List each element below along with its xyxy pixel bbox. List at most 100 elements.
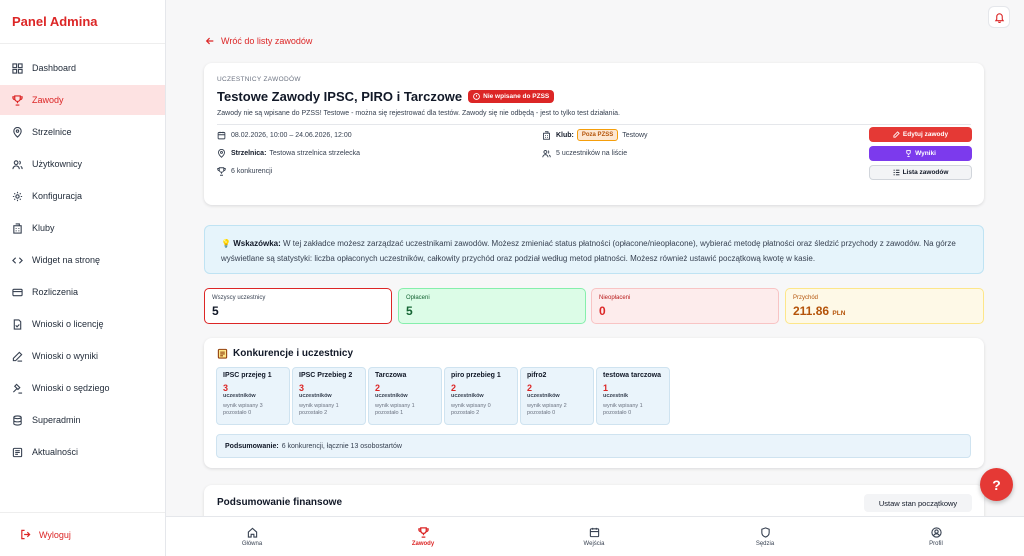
help-button[interactable]: ? (980, 468, 1013, 501)
competition-dates: 08.02.2026, 10:00 – 24.06.2026, 12:00 (217, 131, 352, 140)
competition-range: Strzelnica: Testowa strzelnica strzeleck… (217, 149, 360, 158)
bottom-nav-label: Zawody (411, 541, 435, 547)
bottom-nav-label: Profil (929, 541, 943, 547)
sidebar-item-label: Wnioski o licencję (32, 319, 104, 329)
participant-unit: uczestnik (603, 393, 629, 399)
competition-list-button[interactable]: Lista zawodów (869, 165, 972, 180)
competition-description: Zawody nie są wpisane do PZSS! Testowe -… (217, 110, 971, 125)
list-icon (893, 169, 900, 176)
results-entered: wynik wpisany 1 (375, 403, 415, 409)
trophy-icon (217, 167, 226, 176)
results-label: Wyniki (915, 150, 936, 157)
sidebar-item-rozliczenia[interactable]: Rozliczenia (0, 277, 165, 307)
sidebar-item-uzytkownicy[interactable]: Użytkownicy (0, 149, 165, 179)
notifications-button[interactable] (988, 6, 1010, 28)
dates-value: 08.02.2026, 10:00 – 24.06.2026, 12:00 (231, 132, 352, 139)
calendar-icon (217, 131, 226, 140)
participant-count: 1 (603, 383, 609, 393)
participant-unit: uczestników (451, 393, 484, 399)
stat-value: 211.86 (793, 304, 830, 318)
results-entered: wynik wpisany 2 (527, 403, 567, 409)
sidebar-item-widget[interactable]: Widget na stronę (0, 245, 165, 275)
sidebar-item-label: Konfiguracja (32, 191, 83, 201)
sidebar-item-zawody[interactable]: Zawody (0, 85, 165, 115)
bottom-nav-sedzia[interactable]: Sędzia (735, 526, 795, 547)
results-button[interactable]: Wyniki (869, 146, 972, 161)
bottom-nav-home[interactable]: Główna (222, 526, 282, 547)
credit-card-icon (12, 287, 23, 298)
sidebar-item-aktualnosci[interactable]: Aktualności (0, 437, 165, 467)
competition-name: IPSC przejeg 1 (223, 372, 272, 379)
participant-unit: uczestników (299, 393, 332, 399)
participant-unit: uczestników (375, 393, 408, 399)
competition-tile[interactable]: testowa tarczowa 1 uczestnik wynik wpisa… (596, 367, 670, 425)
sidebar-item-kluby[interactable]: Kluby (0, 213, 165, 243)
sidebar-item-label: Superadmin (32, 415, 81, 425)
pzss-status-label: Nie wpisane do PZSS (483, 93, 550, 100)
competition-name: piro przebieg 1 (451, 372, 501, 379)
competition-tile[interactable]: pifro2 2 uczestników wynik wpisany 2 pozo… (520, 367, 594, 425)
logout-label: Wyloguj (39, 529, 71, 540)
set-initial-balance-button[interactable]: Ustaw stan początkowy (864, 494, 972, 512)
participant-count: 2 (451, 383, 457, 393)
competition-name: pifro2 (527, 372, 547, 379)
calendar-icon (589, 526, 600, 538)
building-icon (12, 222, 23, 234)
database-icon (12, 414, 23, 426)
edit-competition-label: Edytuj zawody (902, 131, 949, 138)
bottom-nav-profil[interactable]: Profil (906, 526, 966, 547)
trophy-icon (12, 94, 23, 106)
bottom-nav-wejscia[interactable]: Wejścia (564, 526, 624, 547)
logout-button[interactable]: Wyloguj (0, 512, 165, 556)
section-eyebrow: UCZESTNICY ZAWODÓW (217, 76, 301, 83)
bottom-nav-label: Wejścia (583, 541, 605, 547)
lightbulb-icon: 💡 (221, 239, 231, 248)
sidebar-item-konfiguracja[interactable]: Konfiguracja (0, 181, 165, 211)
stat-value: 5 (406, 304, 413, 318)
gear-icon (12, 191, 23, 202)
sidebar-item-strzelnice[interactable]: Strzelnice (0, 117, 165, 147)
participant-count: 3 (223, 383, 229, 393)
results-entered: wynik wpisany 0 (451, 403, 491, 409)
club-label: Klub: (556, 131, 574, 139)
pencil-icon (12, 351, 23, 362)
participants-on-list: 5 uczestników na liście (542, 149, 627, 158)
sidebar: Panel Admina Dashboard Zawody Strzelnice… (0, 0, 166, 556)
participant-unit: uczestników (527, 393, 560, 399)
section-title: Konkurencje i uczestnicy (233, 348, 354, 359)
shield-icon (760, 526, 771, 538)
competition-tile[interactable]: Tarczowa 2 uczestników wynik wpisany 1 po… (368, 367, 442, 425)
competitions-summary: Podsumowanie: 6 konkurencji, łącznie 13 … (216, 434, 971, 458)
results-entered: wynik wpisany 1 (603, 403, 643, 409)
sidebar-item-label: Strzelnice (32, 127, 72, 137)
results-remaining: pozostało 0 (527, 410, 556, 416)
competition-count: 6 konkurencji (217, 167, 272, 176)
stat-all-participants: Wszyscy uczestnicy 5 (204, 288, 392, 324)
code-icon (12, 255, 23, 266)
results-remaining: pozostało 1 (375, 410, 404, 416)
home-icon (247, 526, 258, 538)
document-check-icon (12, 318, 23, 330)
results-remaining: pozostało 0 (603, 410, 632, 416)
sidebar-item-label: Zawody (32, 95, 64, 105)
competition-tile[interactable]: piro przebieg 1 2 uczestników wynik wpis… (444, 367, 518, 425)
results-entered: wynik wpisany 3 (223, 403, 263, 409)
bottom-nav-zawody[interactable]: Zawody (393, 526, 453, 547)
gavel-icon (12, 383, 23, 394)
sidebar-item-wnioski-wyniki[interactable]: Wnioski o wyniki (0, 341, 165, 371)
competition-tile[interactable]: IPSC Przebieg 2 3 uczestników wynik wpis… (292, 367, 366, 425)
sidebar-item-dashboard[interactable]: Dashboard (0, 53, 165, 83)
building-icon (542, 130, 551, 140)
sidebar-item-label: Aktualności (32, 447, 79, 457)
edit-competition-button[interactable]: Edytuj zawody (869, 127, 972, 142)
sidebar-item-wnioski-licencja[interactable]: Wnioski o licencję (0, 309, 165, 339)
results-remaining: pozostało 2 (451, 410, 480, 416)
sidebar-item-label: Kluby (32, 223, 55, 233)
sidebar-item-label: Wnioski o sędziego (32, 383, 110, 393)
competition-card: UCZESTNICY ZAWODÓW Testowe Zawody IPSC, … (204, 63, 984, 205)
competition-tile[interactable]: IPSC przejeg 1 3 uczestników wynik wpisa… (216, 367, 290, 425)
back-link[interactable]: Wróć do listy zawodów (205, 36, 312, 46)
competition-name: testowa tarczowa (603, 372, 661, 379)
sidebar-item-wnioski-sedzia[interactable]: Wnioski o sędziego (0, 373, 165, 403)
sidebar-item-superadmin[interactable]: Superadmin (0, 405, 165, 435)
